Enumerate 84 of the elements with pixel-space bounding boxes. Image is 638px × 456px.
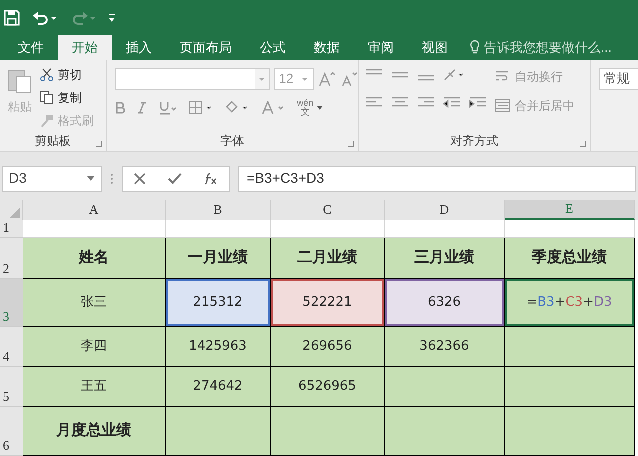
table-cell[interactable]: 王五 — [23, 367, 166, 407]
ribbon-tab[interactable]: 文件 — [4, 35, 58, 60]
table-cell[interactable] — [166, 407, 271, 456]
row-header[interactable]: 6 — [0, 407, 23, 456]
phonetic-button[interactable]: wén 文 — [297, 99, 324, 117]
table-cell[interactable] — [271, 407, 385, 456]
clipboard-button[interactable]: 剪切 — [40, 66, 94, 84]
ribbon-tab[interactable]: 数据 — [300, 35, 354, 60]
ribbon-tab[interactable]: 视图 — [408, 35, 462, 60]
merge-center-icon — [495, 99, 512, 113]
clipboard-button[interactable]: 复制 — [40, 89, 94, 107]
copy-icon — [40, 91, 54, 105]
select-all-icon[interactable] — [10, 208, 20, 218]
table-cell[interactable]: 215312 — [166, 279, 271, 327]
column-header[interactable]: E — [505, 200, 635, 220]
font-color-icon[interactable] — [261, 101, 286, 115]
italic-icon[interactable] — [137, 102, 148, 114]
dialog-launcher-icon[interactable] — [96, 141, 102, 147]
dropdown-icon — [316, 105, 324, 111]
format-painter-icon — [40, 114, 54, 128]
table-cell[interactable] — [385, 367, 505, 407]
insert-function-icon[interactable] — [204, 172, 218, 184]
table-cell[interactable] — [385, 407, 505, 456]
row-header[interactable]: 1 — [0, 220, 23, 238]
table-cell[interactable]: 6326 — [385, 279, 505, 327]
formula-text: =B3+C3+D3 — [247, 169, 324, 188]
undo-icon[interactable] — [32, 10, 58, 26]
dropdown-icon — [255, 69, 270, 89]
enter-check-icon[interactable] — [168, 172, 182, 184]
table-cell[interactable]: 269656 — [271, 327, 385, 367]
table-cell[interactable]: =B3+C3+D3 — [505, 279, 635, 327]
table-cell[interactable]: 362366 — [385, 327, 505, 367]
group-label: 对齐方式 — [450, 133, 499, 150]
table-cell[interactable]: 李四 — [23, 327, 166, 367]
clipboard-icon — [7, 68, 33, 94]
table-cell[interactable]: 6526965 — [271, 367, 385, 407]
cell-reference: D3 — [9, 169, 27, 188]
table-cell[interactable]: 1425963 — [166, 327, 271, 367]
dialog-launcher-icon[interactable] — [348, 141, 354, 147]
ribbon-tab[interactable]: 开始 — [58, 35, 112, 60]
group-label: 字体 — [220, 133, 245, 150]
increase-indent-icon[interactable] — [469, 96, 488, 110]
ribbon-tab[interactable]: 公式 — [246, 35, 300, 60]
borders-icon[interactable] — [189, 101, 214, 115]
decrease-indent-icon[interactable] — [443, 96, 462, 110]
table-cell[interactable]: 季度总业绩 — [505, 238, 635, 279]
table-cell[interactable]: 274642 — [166, 367, 271, 407]
formula-input[interactable]: =B3+C3+D3 — [238, 166, 636, 192]
dialog-launcher-icon[interactable] — [580, 141, 586, 147]
increase-font-icon[interactable] — [318, 71, 336, 87]
bold-icon[interactable] — [115, 102, 126, 114]
table-cell[interactable]: 张三 — [23, 279, 166, 327]
row-header[interactable]: 3 — [0, 279, 23, 327]
underline-icon[interactable] — [159, 101, 178, 115]
more-icon — [110, 172, 114, 186]
dropdown-icon — [301, 76, 310, 82]
number-format-field[interactable]: 常规 — [599, 68, 638, 90]
ribbon-tab[interactable]: 审阅 — [354, 35, 408, 60]
row-header[interactable]: 2 — [0, 238, 23, 279]
save-icon[interactable] — [4, 10, 20, 26]
table-cell[interactable] — [505, 367, 635, 407]
lightbulb-icon — [470, 40, 480, 55]
table-cell[interactable] — [505, 327, 635, 367]
ribbon-tab[interactable]: 页面布局 — [166, 35, 246, 60]
row-header[interactable]: 5 — [0, 367, 23, 407]
table-cell[interactable] — [505, 407, 635, 456]
redo-icon[interactable] — [70, 10, 96, 26]
table-cell[interactable]: 一月业绩 — [166, 238, 271, 279]
customize-toolbar-icon[interactable] — [108, 12, 116, 22]
ribbon-tab[interactable]: 插入 — [112, 35, 166, 60]
cancel-icon[interactable] — [134, 172, 146, 184]
row-header[interactable]: 4 — [0, 327, 23, 367]
table-cell[interactable]: 三月业绩 — [385, 238, 505, 279]
table-cell[interactable]: 月度总业绩 — [23, 407, 166, 456]
font-name-field[interactable] — [115, 68, 270, 90]
scissors-icon — [40, 68, 54, 82]
tell-me-search[interactable]: 告诉我您想要做什么... — [484, 38, 612, 58]
dropdown-icon — [87, 176, 95, 181]
name-box[interactable]: D3 — [2, 166, 102, 192]
table-cell[interactable]: 522221 — [271, 279, 385, 327]
table-cell[interactable]: 姓名 — [23, 238, 166, 279]
group-label: 剪贴板 — [35, 133, 72, 150]
decrease-font-icon[interactable] — [340, 71, 358, 87]
table-cell[interactable]: 二月业绩 — [271, 238, 385, 279]
